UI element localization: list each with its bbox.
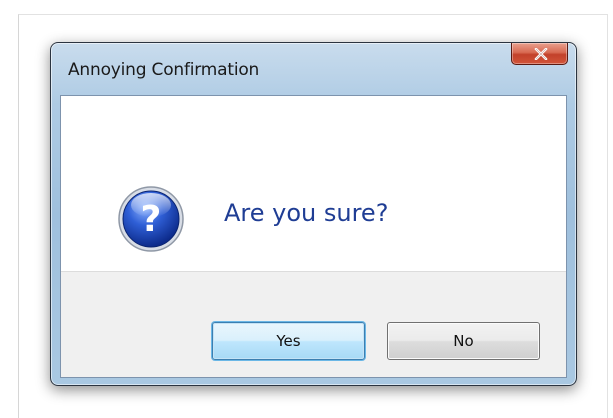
confirmation-message: Are you sure? [224,199,389,227]
window-title: Annoying Confirmation [68,60,260,80]
close-icon [534,48,548,60]
no-button[interactable]: No [387,322,540,360]
close-button[interactable] [511,43,568,65]
confirmation-dialog: Annoying Confirmation ? Are you sure? Ye… [50,42,577,386]
message-area: ? Are you sure? [61,96,566,271]
yes-button-label: Yes [276,332,301,350]
no-button-label: No [453,332,474,350]
yes-button[interactable]: Yes [212,322,365,360]
question-icon: ? [118,186,184,252]
button-bar: Yes No [61,271,566,377]
svg-text:?: ? [141,199,162,240]
dialog-body: ? Are you sure? Yes No [60,95,567,378]
title-bar[interactable]: Annoying Confirmation [51,43,576,95]
